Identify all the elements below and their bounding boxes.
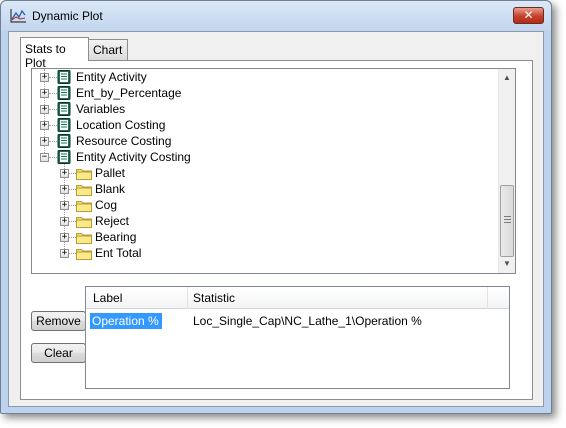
title-bar[interactable]: Dynamic Plot ✕ [1, 1, 551, 31]
tree-guide-line [49, 141, 57, 142]
tree-item-label: Bearing [95, 230, 137, 244]
expand-icon[interactable]: + [40, 73, 49, 82]
stat-book-icon [57, 134, 71, 148]
tab-chart[interactable]: Chart [88, 39, 128, 60]
column-header-statistic[interactable]: Statistic [193, 291, 235, 305]
dynamic-plot-window: Dynamic Plot ✕ Stats to Plot Chart + Ent… [0, 0, 552, 414]
tree-item-label: Ent_by_Percentage [76, 86, 182, 100]
folder-icon [76, 169, 92, 180]
tree-item-label: Blank [95, 182, 126, 196]
grip-icon [504, 219, 511, 220]
folder-icon [76, 217, 92, 228]
tree-item-label: Ent Total [95, 246, 142, 260]
tree-guide-line [69, 221, 76, 222]
expand-icon[interactable]: + [40, 121, 49, 130]
expand-icon[interactable]: + [60, 233, 69, 242]
expand-icon[interactable]: + [40, 137, 49, 146]
tree-guide-line [49, 125, 57, 126]
tree-guide-line [49, 77, 57, 78]
grid-header: Label Statistic [86, 287, 509, 309]
selected-stats-grid[interactable]: Label Statistic Operation % Loc_Single_C… [85, 286, 510, 389]
grip-icon [504, 216, 511, 217]
column-separator[interactable] [487, 287, 488, 309]
tree-guide-line [49, 93, 57, 94]
grid-cell-label[interactable]: Operation % [90, 313, 162, 329]
tree-guide-line [49, 109, 57, 110]
stats-tree[interactable]: + Entity Activity + Ent_by_Percentage + … [31, 68, 516, 274]
tree-item-label: Resource Costing [76, 134, 172, 148]
expand-icon[interactable]: + [60, 201, 69, 210]
folder-icon [76, 249, 92, 260]
scroll-up-icon[interactable]: ▲ [503, 73, 511, 82]
tree-item-label: Entity Activity [76, 70, 147, 84]
expand-icon[interactable]: + [60, 217, 69, 226]
folder-icon [76, 185, 92, 196]
dialog-client-area: Stats to Plot Chart + Entity Activity + … [8, 31, 544, 407]
column-header-label[interactable]: Label [93, 291, 122, 305]
stat-book-icon [57, 70, 71, 84]
stat-book-icon [57, 102, 71, 116]
tree-guide-line [69, 173, 76, 174]
close-icon: ✕ [523, 8, 534, 22]
tree-item-label: Pallet [95, 166, 126, 180]
tree-item-label: Reject [95, 214, 130, 228]
close-button[interactable]: ✕ [513, 7, 544, 24]
tree-item-label: Cog [95, 198, 118, 212]
stat-book-icon [57, 86, 71, 100]
expand-icon[interactable]: + [60, 169, 69, 178]
grid-cell-statistic[interactable]: Loc_Single_Cap\NC_Lathe_1\Operation % [193, 313, 422, 329]
expand-icon[interactable]: + [40, 105, 49, 114]
expand-icon[interactable]: + [60, 185, 69, 194]
collapse-icon[interactable]: − [40, 153, 49, 162]
tree-item-label: Variables [76, 102, 126, 116]
clear-button[interactable]: Clear [31, 343, 86, 363]
expand-icon[interactable]: + [60, 249, 69, 258]
tree-item-label: Location Costing [76, 118, 166, 132]
column-separator[interactable] [187, 287, 188, 309]
tree-guide-line [69, 189, 76, 190]
tree-guide-line [69, 253, 76, 254]
tree-guide-line [49, 157, 57, 158]
tree-vertical-scrollbar[interactable]: ▲ ▼ [498, 69, 515, 273]
scroll-thumb[interactable] [500, 185, 514, 257]
scroll-down-icon[interactable]: ▼ [503, 259, 511, 268]
plot-chart-icon [10, 9, 26, 23]
tab-stats-to-plot[interactable]: Stats to Plot [20, 37, 89, 70]
window-title: Dynamic Plot [32, 9, 103, 23]
folder-icon [76, 201, 92, 212]
expand-icon[interactable]: + [40, 89, 49, 98]
grip-icon [504, 222, 511, 223]
tree-item-label: Entity Activity Costing [76, 150, 191, 164]
folder-icon [76, 233, 92, 244]
stat-book-icon [57, 118, 71, 132]
tree-guide-line [69, 237, 76, 238]
stat-book-icon [57, 150, 71, 164]
remove-button[interactable]: Remove [31, 311, 86, 331]
stats-to-plot-panel: + Entity Activity + Ent_by_Percentage + … [20, 60, 533, 400]
tree-guide-line [69, 205, 76, 206]
tab-label: Chart [93, 43, 123, 57]
